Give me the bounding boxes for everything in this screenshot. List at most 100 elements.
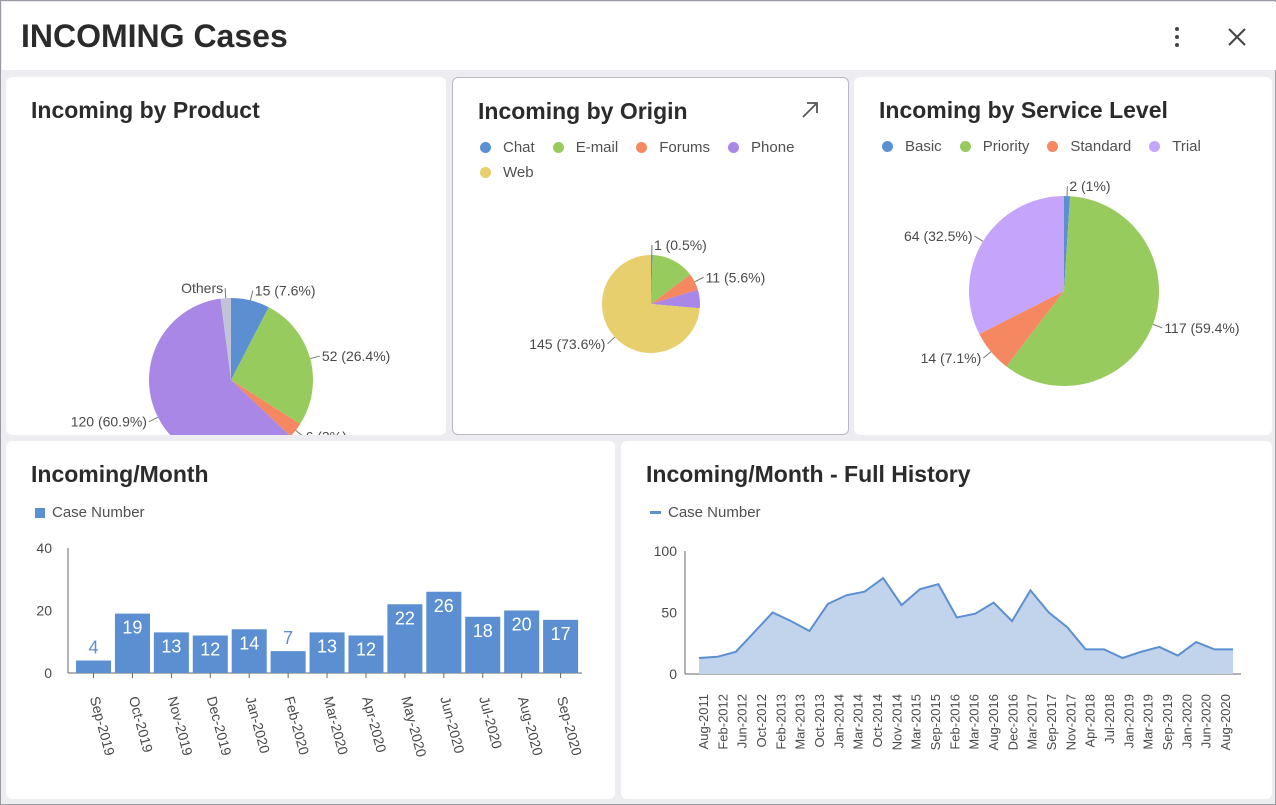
x-tick-label: Feb-2016 <box>947 694 962 750</box>
y-tick-label: 100 <box>654 543 678 559</box>
x-tick-label: Jan-2019 <box>1121 694 1136 748</box>
page-title: INCOMING Cases <box>21 18 288 54</box>
bar-value-label: 26 <box>434 596 454 616</box>
x-tick-label: Oct-2013 <box>812 694 827 747</box>
x-tick-label: Jun-2020 <box>437 694 468 755</box>
x-tick-label: Jan-2014 <box>831 694 846 748</box>
x-tick-label: Mar-2019 <box>1141 694 1156 750</box>
y-tick-label: 50 <box>661 605 677 621</box>
bar-value-label: 19 <box>122 618 142 638</box>
leader-line <box>148 416 159 423</box>
x-tick-label: Jan-2020 <box>1179 694 1194 748</box>
x-tick-label: Nov-2019 <box>165 694 196 757</box>
bar-value-label: 22 <box>395 608 415 628</box>
x-tick-label: Feb-2020 <box>282 694 313 756</box>
leader-line <box>295 429 303 435</box>
data-label: 2 (1%) <box>1069 178 1110 194</box>
x-tick-label: Jun-2012 <box>735 694 750 748</box>
bar-value-label: 4 <box>89 638 99 658</box>
data-label: 145 (73.6%) <box>529 336 605 352</box>
x-tick-label: Aug-2016 <box>986 694 1001 750</box>
monthly-bar-chart[interactable]: 0 20 40 4 Sep-2019 19 Oct-2019 13 Nov-2019 12 Dec-… <box>6 441 615 799</box>
x-tick-label: Mar-2016 <box>967 694 982 750</box>
full-history-area-chart[interactable]: 0 50 100 Aug-2011 Feb-2012 Jun-2012 Oct-2012 Fe… <box>621 441 1272 799</box>
data-label: 15 (7.6%) <box>255 283 316 299</box>
leader-line <box>1152 323 1163 329</box>
y-tick-label: 40 <box>36 540 52 556</box>
x-tick-label: Oct-2014 <box>870 694 885 747</box>
x-tick-label: Feb-2012 <box>715 694 730 750</box>
x-tick-label: Mar-2014 <box>851 694 866 750</box>
leader-line <box>974 235 984 242</box>
area-fill <box>699 578 1233 674</box>
x-tick-label: Sep-2015 <box>928 694 943 750</box>
x-tick-label: Mar-2017 <box>1025 694 1040 750</box>
bar-value-label: 12 <box>356 640 376 660</box>
data-label: 14 (7.1%) <box>921 350 982 366</box>
kebab-menu-icon[interactable] <box>1165 24 1189 50</box>
widget-incoming-per-month[interactable]: Incoming/Month Case Number 0 20 40 4 Sep-201… <box>6 441 615 799</box>
bar-value-label: 7 <box>283 628 293 648</box>
x-tick-label: Mar-2015 <box>909 694 924 750</box>
x-tick-label: Feb-2013 <box>773 694 788 750</box>
x-tick-label: May-2020 <box>398 694 430 758</box>
bar[interactable] <box>76 660 112 674</box>
data-label: 120 (60.9%) <box>71 414 147 430</box>
x-tick-label: Oct-2012 <box>754 694 769 747</box>
bar-value-label: 20 <box>512 615 532 635</box>
x-tick-label: Aug-2011 <box>696 694 711 749</box>
data-label: 1 (0.5%) <box>654 237 707 253</box>
x-tick-label: Sep-2019 <box>87 694 118 757</box>
bar-value-label: 12 <box>200 640 220 660</box>
x-tick-label: Jul-2018 <box>1102 694 1117 744</box>
x-tick-label: Sep-2017 <box>1044 694 1059 750</box>
leader-line <box>694 276 704 283</box>
service-level-pie-chart[interactable]: 2 (1%) 117 (59.4%) 14 (7.1%) 64 (32.5%) <box>854 77 1272 435</box>
widget-incoming-by-origin[interactable]: Incoming by Origin Chat E-mail Forums Phone… <box>452 77 849 435</box>
x-tick-label: Dec-2019 <box>204 694 235 757</box>
x-tick-label: Jan-2020 <box>243 694 274 755</box>
x-tick-label: Aug-2020 <box>1218 694 1233 750</box>
x-tick-label: Mar-2013 <box>793 694 808 750</box>
leader-line <box>224 288 227 299</box>
close-icon[interactable] <box>1223 23 1251 51</box>
x-tick-label: Aug-2020 <box>515 694 546 757</box>
title-bar: INCOMING Cases <box>2 2 1276 70</box>
y-tick-label: 20 <box>36 603 52 619</box>
x-tick-label: Nov-2014 <box>889 694 904 750</box>
data-label: 11 (5.6%) <box>706 269 766 285</box>
data-label: 117 (59.4%) <box>1164 320 1239 336</box>
x-tick-label: Jul-2020 <box>476 694 505 750</box>
data-label: 52 (26.4%) <box>322 348 390 364</box>
x-tick-label: Apr-2020 <box>359 694 389 754</box>
x-tick-label: Jun-2020 <box>1199 694 1214 748</box>
y-tick-label: 0 <box>44 665 52 681</box>
origin-pie-chart[interactable]: 1 (0.5%) 11 (5.6%) 145 (73.6%) <box>453 78 850 436</box>
x-tick-label: Dec-2016 <box>1005 694 1020 750</box>
bar-value-label: 13 <box>317 636 337 656</box>
widget-incoming-by-product[interactable]: Incoming by Product 15 (7.6%)52 (26.4%)6… <box>6 77 446 435</box>
y-tick-label: 0 <box>669 666 677 682</box>
widget-incoming-full-history[interactable]: Incoming/Month - Full History Case Numbe… <box>621 441 1272 799</box>
bar-value-label: 13 <box>161 636 181 656</box>
widget-incoming-by-service-level[interactable]: Incoming by Service Level Basic Priority S… <box>854 77 1272 435</box>
x-tick-label: Apr-2018 <box>1083 694 1098 747</box>
leader-line <box>607 336 616 345</box>
product-pie-chart[interactable]: 15 (7.6%) 52 (26.4%) 6 (3%) 120 (60.9%) Othe… <box>6 77 446 435</box>
x-tick-label: Oct-2019 <box>126 694 156 754</box>
leader-line <box>310 355 320 360</box>
bar-value-label: 14 <box>239 633 259 653</box>
dashboard-window: INCOMING Cases Incoming by Product 15 (7… <box>0 0 1276 805</box>
data-label: 64 (32.5%) <box>904 228 972 244</box>
bar-value-label: 17 <box>551 624 571 644</box>
data-label: 6 (3%) <box>306 429 347 435</box>
x-tick-label: Nov-2017 <box>1063 694 1078 750</box>
data-label: Others <box>181 280 223 296</box>
bar[interactable] <box>270 651 306 673</box>
x-tick-label: Sep-2020 <box>554 694 585 757</box>
bar-value-label: 18 <box>473 621 493 641</box>
x-tick-label: Mar-2020 <box>320 694 351 756</box>
leader-line <box>982 351 992 359</box>
leader-line <box>249 290 254 301</box>
x-tick-label: Sep-2019 <box>1160 694 1175 750</box>
